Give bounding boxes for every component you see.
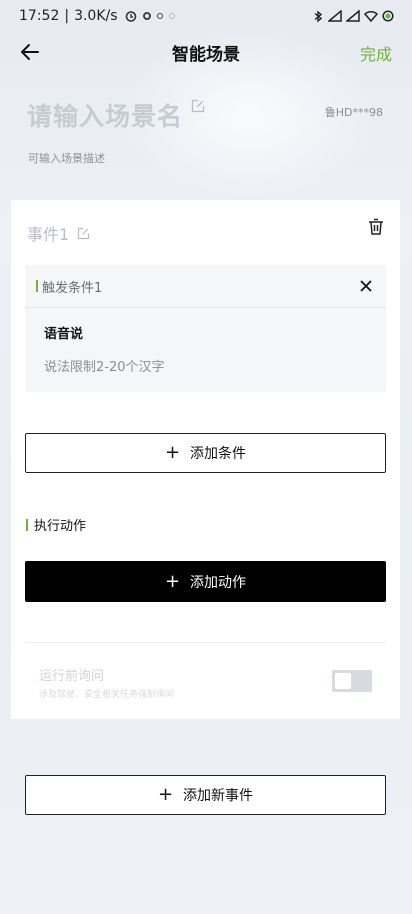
notification-icon — [142, 12, 151, 20]
scene-name-placeholder[interactable]: 请输入场景名 — [27, 97, 183, 133]
alarm-icon — [125, 11, 136, 22]
plus-icon: + — [157, 784, 174, 805]
voice-phrase-input[interactable]: 说法限制2-20个汉字 — [44, 356, 165, 375]
divider — [25, 642, 386, 643]
vehicle-plate: 鲁HD***98 — [324, 106, 383, 119]
delete-event-icon[interactable] — [368, 218, 384, 236]
add-action-label: 添加动作 — [190, 574, 247, 591]
plus-icon: + — [164, 570, 181, 592]
voice-trigger-label: 语音说 — [44, 327, 84, 342]
plus-icon: + — [164, 442, 181, 463]
ask-before-run-title: 运行前询问 — [39, 669, 105, 684]
signal-icon — [346, 10, 360, 22]
ask-before-run-desc: 涉及驾驶、安全相关任务强制询问 — [39, 690, 175, 700]
status-bar: 17:52 | 3.0K/s — [0, 0, 412, 32]
event-title[interactable]: 事件1 — [27, 221, 90, 245]
add-new-event-label: 添加新事件 — [183, 788, 254, 804]
trigger-condition-card: 触发条件1 语音说 说法限制2-20个汉字 — [25, 265, 386, 392]
add-condition-label: 添加条件 — [190, 446, 247, 462]
add-action-button[interactable]: + 添加动作 — [25, 561, 386, 602]
add-condition-button[interactable]: + 添加条件 — [25, 433, 386, 473]
ask-before-run-toggle[interactable] — [332, 670, 372, 692]
status-time: 17:52 — [19, 8, 60, 24]
edit-icon[interactable] — [191, 99, 205, 113]
signal-icon — [328, 10, 342, 22]
close-icon[interactable] — [360, 280, 372, 292]
event-card: 事件1 触发条件1 语音说 说法限制2-20个汉字 + 添加条件 执行动作 + … — [11, 200, 400, 719]
done-button[interactable]: 完成 — [360, 41, 392, 65]
trigger-label: 触发条件1 — [42, 280, 103, 296]
add-new-event-button[interactable]: + 添加新事件 — [25, 775, 386, 815]
scene-name-field[interactable]: 请输入场景名 — [27, 97, 205, 133]
action-section-label: 执行动作 — [34, 519, 87, 534]
scene-desc-field[interactable]: 可输入场景描述 — [28, 150, 105, 166]
edit-icon[interactable] — [77, 227, 90, 240]
bluetooth-icon — [314, 10, 323, 22]
notification-icon — [156, 13, 163, 19]
event-title-label: 事件1 — [27, 225, 70, 244]
notification-icon — [168, 13, 175, 19]
app-header: 智能场景 完成 — [0, 34, 412, 70]
accent-bar — [36, 280, 38, 292]
toggle-knob — [335, 673, 351, 689]
status-net-speed: 3.0K/s — [74, 8, 118, 24]
accent-bar — [26, 518, 28, 531]
battery-icon — [382, 10, 394, 22]
page-title: 智能场景 — [172, 44, 240, 65]
status-separator: | — [64, 8, 70, 24]
trigger-header: 触发条件1 — [25, 265, 386, 308]
action-section-header: 执行动作 — [25, 515, 86, 534]
wifi-icon — [364, 10, 378, 22]
back-arrow-icon[interactable] — [18, 40, 42, 64]
